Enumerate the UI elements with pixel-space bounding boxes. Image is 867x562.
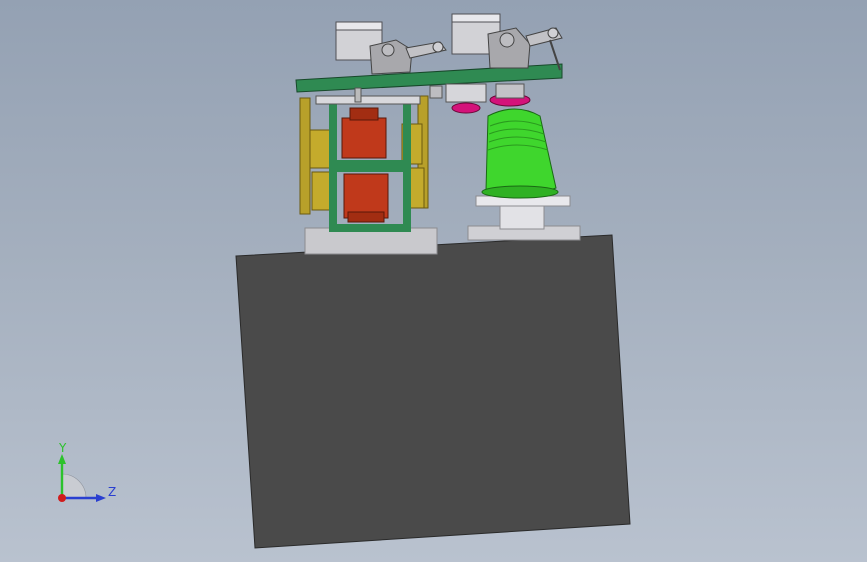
- base-block[interactable]: [235, 234, 631, 549]
- left-motor-gear[interactable]: [381, 43, 395, 57]
- x-axis-origin: [58, 494, 66, 502]
- cylinder-lower[interactable]: [343, 173, 389, 219]
- right-motor-gear[interactable]: [499, 32, 515, 48]
- z-axis-label: Z: [108, 485, 116, 499]
- cylinder-frame-crossbar[interactable]: [333, 160, 407, 172]
- frame-top-bracket[interactable]: [315, 95, 421, 105]
- axis-triad: Y Z: [58, 441, 116, 502]
- spindle-head[interactable]: [445, 83, 487, 103]
- top-plate-rod[interactable]: [354, 87, 362, 103]
- 3d-viewport[interactable]: Y Z: [0, 0, 867, 562]
- cylinder-lower-cap[interactable]: [347, 211, 385, 223]
- yarn-bobbin[interactable]: [485, 108, 557, 197]
- right-lever-pin[interactable]: [547, 27, 559, 39]
- spindle-head-small[interactable]: [429, 85, 443, 99]
- bobbin-bottom-ring[interactable]: [481, 185, 559, 199]
- y-axis-label: Y: [58, 441, 67, 455]
- magenta-collar[interactable]: [495, 83, 525, 99]
- left-motor-cap[interactable]: [335, 21, 383, 31]
- right-motor-cap[interactable]: [451, 13, 501, 23]
- triad-quarter-disc: [61, 473, 87, 499]
- cylinder-upper-cap[interactable]: [349, 107, 379, 121]
- cylinder-upper[interactable]: [341, 117, 387, 159]
- cad-model-view[interactable]: [0, 0, 867, 562]
- magenta-cap-left[interactable]: [451, 102, 481, 114]
- left-lever-pin[interactable]: [432, 41, 444, 53]
- z-axis-arrow: [96, 494, 106, 502]
- y-axis-arrow: [58, 454, 66, 464]
- spindle-column[interactable]: [499, 204, 545, 230]
- left-rail-outer[interactable]: [299, 97, 311, 215]
- slider-block-left-top[interactable]: [309, 129, 331, 169]
